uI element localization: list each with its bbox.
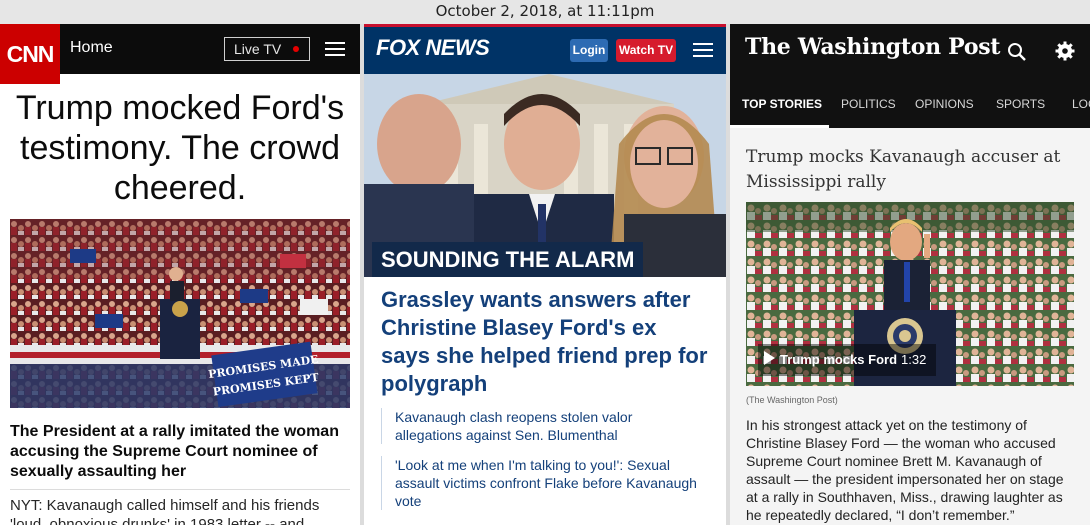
cnn-headline[interactable]: Trump mocked Ford's testimony. The crowd… <box>0 88 360 208</box>
fox-related-link[interactable]: 'Look at me when I'm talking to you!': S… <box>381 456 701 510</box>
cnn-panel: Home Live TV CNN Trump mocked Ford's tes… <box>0 24 360 525</box>
cnn-rally-photo[interactable]: PROMISES MADE PROMISES KEPT <box>10 219 350 408</box>
fox-news-logo[interactable]: FOX NEWS <box>376 35 490 61</box>
video-title: Trump mocks Ford <box>780 352 898 367</box>
cnn-next-story[interactable]: NYT: Kavanaugh called himself and his fr… <box>10 496 350 525</box>
tab-politics[interactable]: POLITICS <box>841 97 896 111</box>
fox-related-link[interactable]: Kavanaugh clash reopens stolen valor all… <box>381 408 701 444</box>
wapo-headline[interactable]: Trump mocks Kavanaugh accuser at Mississ… <box>746 145 1076 195</box>
tab-top-stories[interactable]: TOP STORIES <box>742 97 822 111</box>
live-dot-icon <box>293 46 299 52</box>
cnn-live-tv-button[interactable]: Live TV <box>224 37 310 61</box>
tab-sports[interactable]: SPORTS <box>996 97 1045 111</box>
fox-header: FOX NEWS Login Watch TV <box>364 24 726 74</box>
cnn-subheadline[interactable]: The President at a rally imitated the wo… <box>10 422 350 482</box>
gear-icon[interactable] <box>1055 41 1075 61</box>
fox-panel: FOX NEWS Login Watch TV SOUNDING THE ALA… <box>364 24 726 525</box>
fox-headline[interactable]: Grassley wants answers after Christine B… <box>381 286 711 398</box>
tab-opinions[interactable]: OPINIONS <box>915 97 974 111</box>
divider <box>10 489 350 490</box>
fox-menu-icon[interactable] <box>693 43 713 58</box>
tab-local[interactable]: LOC <box>1072 97 1090 111</box>
wapo-video-thumbnail[interactable]: Trump mocks Ford 1:32 <box>746 202 1074 386</box>
search-icon[interactable] <box>1007 42 1027 62</box>
cnn-logo[interactable]: CNN <box>0 24 60 84</box>
fox-kicker-label: SOUNDING THE ALARM <box>372 242 644 277</box>
fox-watch-tv-button[interactable]: Watch TV <box>616 39 676 62</box>
wapo-article-body: In his strongest attack yet on the testi… <box>746 417 1064 523</box>
cnn-live-tv-label: Live TV <box>234 41 282 57</box>
cnn-nav-home[interactable]: Home <box>70 39 113 57</box>
video-duration: 1:32 <box>901 352 927 367</box>
cnn-menu-icon[interactable] <box>325 42 345 57</box>
wapo-section-nav: TOP STORIES POLITICS OPINIONS SPORTS LOC <box>730 88 1090 128</box>
wapo-logo[interactable]: The Washington Post <box>745 34 1000 60</box>
wapo-header: The Washington Post TOP STORIES POLITICS… <box>730 24 1090 128</box>
play-icon <box>764 351 775 365</box>
photo-caption: (The Washington Post) <box>746 395 838 405</box>
video-play-overlay[interactable]: Trump mocks Ford 1:32 <box>758 344 937 376</box>
screenshot-timestamp: October 2, 2018, at 11:11pm <box>0 0 1090 24</box>
fox-login-button[interactable]: Login <box>570 39 608 62</box>
wapo-panel: The Washington Post TOP STORIES POLITICS… <box>730 24 1090 525</box>
